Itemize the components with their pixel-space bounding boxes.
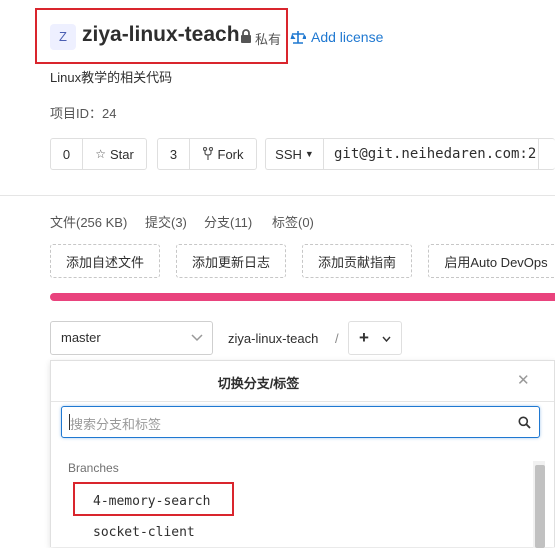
fork-button[interactable]: Fork [189,139,256,169]
star-count[interactable]: 0 [51,139,82,169]
project-description: Linux教学的相关代码 [50,70,173,85]
clone-group: SSH ▼ git@git.neihedaren.com:2 [265,138,555,170]
add-file-dropdown[interactable]: + [348,321,402,355]
chevron-down-icon [191,334,203,342]
copy-url-button[interactable] [538,139,554,169]
fork-count[interactable]: 3 [158,139,189,169]
header-divider [0,195,555,196]
project-id: 项目ID：24 [50,106,117,121]
branch-selector[interactable]: master [50,321,213,355]
fork-label: Fork [217,146,244,162]
dropdown-title: 切换分支/标签 [217,376,300,391]
add-contributing-button[interactable]: 添加贡献指南 [302,244,412,278]
stat-branches[interactable]: 分支(11) [204,212,252,231]
star-label: Star [109,146,134,162]
branches-section-header: Branches [68,461,119,475]
caret-down-icon: ▼ [304,149,314,159]
branch-selector-label: master [61,330,101,345]
star-icon: ☆ [95,147,106,161]
chevron-down-icon [382,336,391,342]
dropdown-divider [51,401,554,402]
stat-files[interactable]: 文件(256 KB) [50,212,127,231]
branch-item[interactable]: socket-client [93,525,195,540]
search-icon[interactable] [518,416,531,429]
scale-icon [290,31,306,44]
fork-icon [202,147,213,160]
plus-icon: + [359,328,369,347]
path-separator: / [335,331,339,346]
protocol-select[interactable]: SSH ▼ [266,139,323,169]
branch-search-input[interactable]: 搜索分支和标签 [61,406,540,438]
add-readme-button[interactable]: 添加自述文件 [50,244,160,278]
add-changelog-button[interactable]: 添加更新日志 [176,244,286,278]
clone-url-input[interactable]: git@git.neihedaren.com:2 [323,139,538,169]
star-button[interactable]: ☆ Star [82,139,146,169]
stat-tags[interactable]: 标签(0) [272,212,314,231]
title-highlight-box [35,8,288,64]
fork-group: 3 Fork [157,138,257,170]
add-license-link[interactable]: Add license [311,29,383,45]
close-icon[interactable]: ✕ [517,371,530,389]
star-group: 0 ☆ Star [50,138,147,170]
branch-highlight-box [73,482,234,516]
protocol-label: SSH [275,146,302,162]
search-placeholder: 搜索分支和标签 [70,417,162,432]
language-bar [50,293,555,301]
repo-path-link[interactable]: ziya-linux-teach [228,331,318,346]
scrollbar-thumb[interactable] [535,465,545,548]
branch-dropdown: 切换分支/标签 ✕ 搜索分支和标签 Branches 4-memory-sear… [50,360,555,548]
enable-autodevops-button[interactable]: 启用Auto DevOps [428,244,555,278]
stat-commits[interactable]: 提交(3) [145,212,187,231]
